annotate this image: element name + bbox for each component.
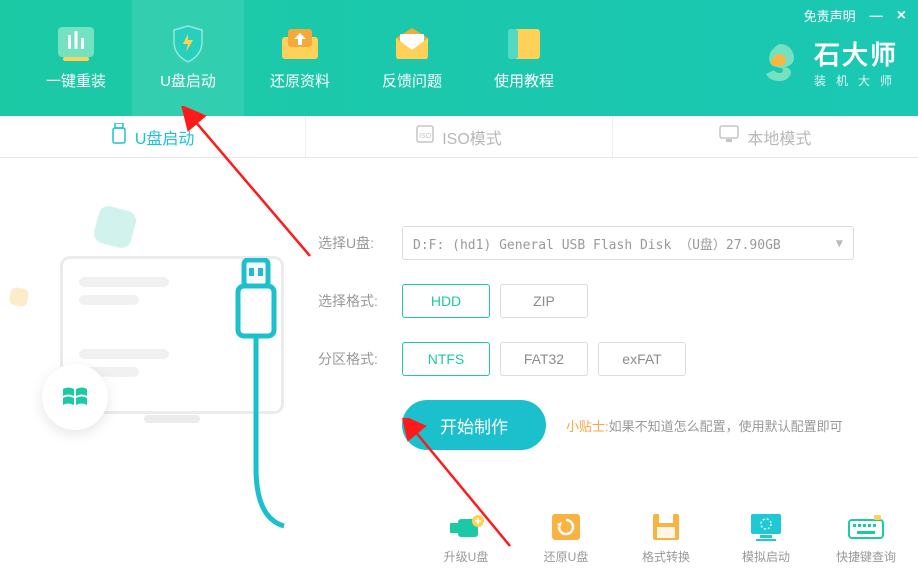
tab-iso-mode[interactable]: ISO ISO模式: [306, 116, 612, 157]
monitor-boot-icon: [746, 512, 786, 542]
nav-label: 使用教程: [494, 70, 554, 91]
tab-local-mode[interactable]: 本地模式: [613, 116, 918, 157]
partition-option-exfat[interactable]: exFAT: [598, 342, 686, 376]
floppy-icon: [646, 512, 686, 542]
main-nav: 一键重装 U盘启动 还原资料 反馈问题 使用教程: [0, 0, 580, 116]
book-icon: [502, 26, 546, 62]
nav-label: 一键重装: [46, 70, 106, 91]
start-button[interactable]: 开始制作: [402, 400, 546, 450]
tool-label: 模拟启动: [742, 548, 790, 565]
disclaimer-link[interactable]: 免责声明: [804, 6, 856, 25]
iso-icon: ISO: [416, 125, 434, 148]
tab-label: U盘启动: [135, 125, 195, 149]
nav-usb-boot[interactable]: U盘启动: [132, 0, 244, 116]
nav-restore[interactable]: 还原资料: [244, 0, 356, 116]
minimize-button[interactable]: —: [870, 8, 883, 23]
tab-label: ISO模式: [442, 125, 502, 149]
tool-hotkey-lookup[interactable]: 快捷键查询: [830, 512, 902, 565]
reinstall-icon: [54, 26, 98, 62]
format-option-zip[interactable]: ZIP: [500, 284, 588, 318]
nav-reinstall[interactable]: 一键重装: [20, 0, 132, 116]
tool-restore-usb[interactable]: 还原U盘: [530, 512, 602, 565]
hint-label: 小贴士:: [566, 419, 609, 434]
hint-text: 小贴士:如果不知道怎么配置，使用默认配置即可: [566, 416, 843, 435]
tool-label: 快捷键查询: [836, 548, 896, 565]
partition-option-ntfs[interactable]: NTFS: [402, 342, 490, 376]
tool-format-convert[interactable]: 格式转换: [630, 512, 702, 565]
usb-small-icon: [111, 123, 127, 150]
chevron-down-icon: ▼: [836, 236, 843, 250]
usb-upgrade-icon: [446, 512, 486, 542]
partition-option-fat32[interactable]: FAT32: [500, 342, 588, 376]
header-right: 免责声明 — × 石大师 装机大师: [746, 0, 918, 95]
brand: 石大师 装机大师: [758, 35, 902, 89]
illustration-panel: [0, 158, 308, 579]
tab-label: 本地模式: [747, 125, 811, 149]
deco-icon: [9, 287, 30, 308]
svg-text:ISO: ISO: [419, 133, 432, 140]
nav-label: 还原资料: [270, 70, 330, 91]
label-partition: 分区格式:: [318, 349, 390, 369]
usb-dropdown[interactable]: D:F: (hd1) General USB Flash Disk （U盘）27…: [402, 226, 854, 260]
nav-label: U盘启动: [160, 70, 216, 91]
brand-logo-icon: [758, 40, 802, 84]
usb-dropdown-value: D:F: (hd1) General USB Flash Disk （U盘）27…: [413, 234, 781, 253]
label-select-usb: 选择U盘:: [318, 233, 390, 253]
keyboard-icon: [846, 512, 886, 542]
tool-upgrade-usb[interactable]: 升级U盘: [430, 512, 502, 565]
bottom-toolbar: 升级U盘 还原U盘 格式转换 模拟启动 快捷键查询: [430, 512, 902, 565]
tool-simulate-boot[interactable]: 模拟启动: [730, 512, 802, 565]
nav-feedback[interactable]: 反馈问题: [356, 0, 468, 116]
hint-body: 如果不知道怎么配置，使用默认配置即可: [609, 419, 843, 434]
tab-usb-boot[interactable]: U盘启动: [0, 116, 306, 157]
nav-label: 反馈问题: [382, 70, 442, 91]
nav-tutorial[interactable]: 使用教程: [468, 0, 580, 116]
shield-usb-icon: [166, 26, 210, 62]
brand-subtitle: 装机大师: [814, 72, 902, 89]
deco-icon: [92, 204, 139, 251]
tool-label: 还原U盘: [544, 548, 589, 565]
title-bar: 一键重装 U盘启动 还原资料 反馈问题 使用教程: [0, 0, 918, 116]
label-format: 选择格式:: [318, 291, 390, 311]
windows-badge-icon: [42, 364, 108, 430]
monitor-icon: [719, 125, 739, 148]
usb-cable-icon: [226, 258, 286, 553]
tool-label: 升级U盘: [444, 548, 489, 565]
tool-label: 格式转换: [642, 548, 690, 565]
close-button[interactable]: ×: [897, 7, 906, 25]
restore-box-icon: [278, 26, 322, 62]
format-option-hdd[interactable]: HDD: [402, 284, 490, 318]
envelope-icon: [390, 26, 434, 62]
usb-restore-icon: [546, 512, 586, 542]
mode-tabs: U盘启动 ISO ISO模式 本地模式: [0, 116, 918, 158]
brand-title: 石大师: [814, 35, 902, 72]
